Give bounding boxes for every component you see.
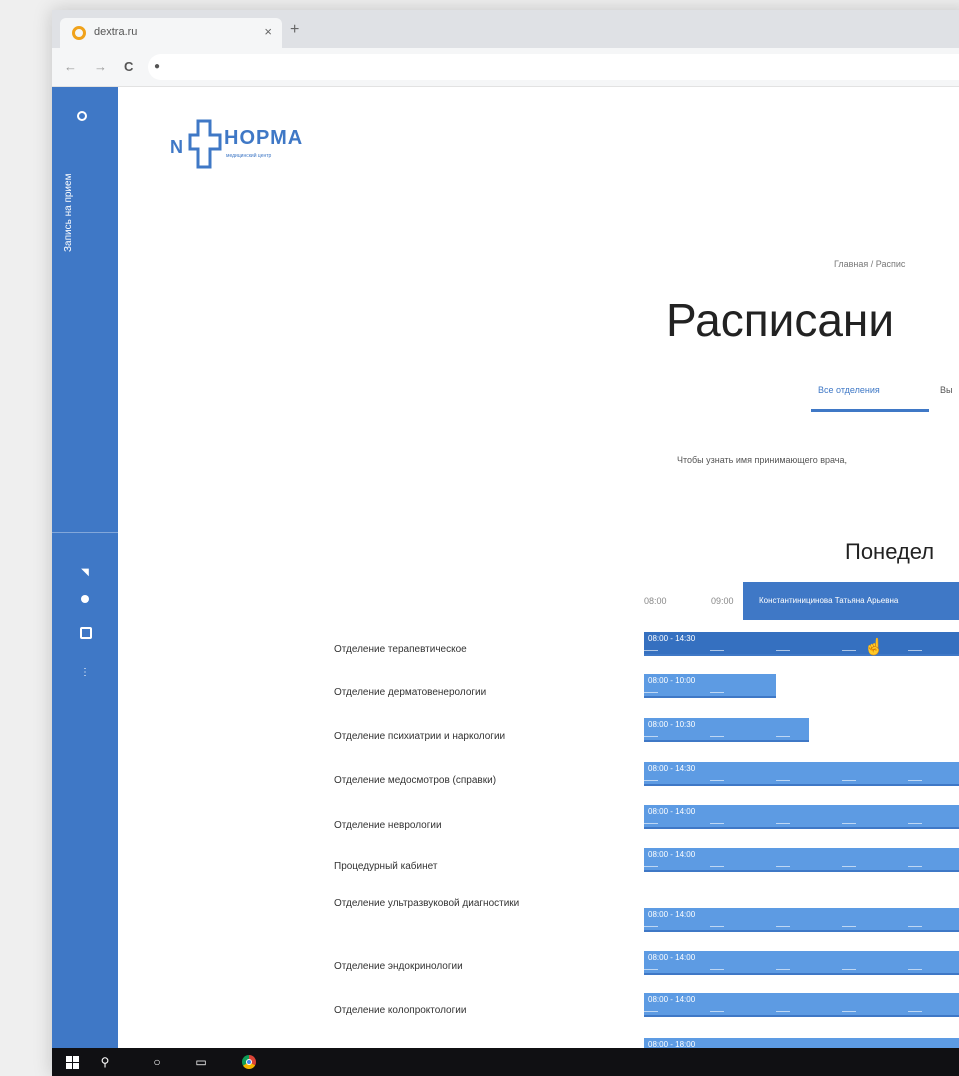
- breadcrumb[interactable]: Главная / Распис: [834, 259, 905, 269]
- lock-icon: ●: [154, 61, 161, 72]
- schedule-bar[interactable]: 08:00 - 14:30: [644, 632, 959, 656]
- hand-cursor-icon: ☝: [864, 639, 884, 656]
- appointment-link[interactable]: Запись на прием: [63, 112, 74, 252]
- department-label: Отделение неврологии: [334, 820, 442, 831]
- department-label: Отделение колопроктологии: [334, 1005, 467, 1016]
- search-icon[interactable]: ⚲: [98, 1055, 112, 1069]
- browser-toolbar: ← → C ●: [52, 48, 959, 87]
- hour-label: 08:00: [644, 596, 667, 606]
- notice-text: Чтобы узнать имя принимающего врача,: [677, 455, 847, 465]
- schedule-bar[interactable]: 08:00 - 14:00: [644, 908, 959, 932]
- windows-start-icon[interactable]: [66, 1056, 79, 1069]
- favicon-icon: [72, 26, 86, 40]
- search-icon[interactable]: [77, 111, 87, 121]
- tab-other[interactable]: Вы: [940, 385, 952, 395]
- tab-all-departments[interactable]: Все отделения: [818, 385, 880, 395]
- schedule-bar[interactable]: 08:00 - 14:30: [644, 762, 959, 786]
- logo-letter: N: [170, 137, 183, 157]
- bar-slots: [644, 1011, 959, 1012]
- logo-subtitle: медицинский центр: [226, 153, 272, 159]
- bar-slots: [644, 926, 959, 927]
- schedule-bar[interactable]: 08:00 - 14:00: [644, 993, 959, 1017]
- bar-time-label: 08:00 - 14:30: [648, 764, 696, 773]
- bar-slots: [644, 780, 959, 781]
- schedule-bar[interactable]: 08:00 - 14:00: [644, 951, 959, 975]
- active-tab-underline: [811, 409, 929, 412]
- sidebar: Запись на прием ◥ ⋮: [52, 87, 118, 1050]
- close-tab-icon[interactable]: ×: [264, 24, 272, 39]
- cross-logo-icon: [188, 119, 222, 169]
- bar-slots: [644, 736, 809, 737]
- chrome-icon[interactable]: [242, 1055, 256, 1069]
- tab-strip: dextra.ru × +: [52, 10, 959, 48]
- forward-icon[interactable]: →: [94, 59, 107, 74]
- bar-slots: [644, 866, 959, 867]
- department-label: Отделение эндокринологии: [334, 961, 463, 972]
- ok-icon[interactable]: [81, 595, 89, 603]
- browser-tab[interactable]: dextra.ru ×: [60, 18, 282, 48]
- bar-time-label: 08:00 - 14:00: [648, 995, 696, 1004]
- bar-slots: [644, 692, 776, 693]
- bar-time-label: 08:00 - 10:00: [648, 676, 696, 685]
- more-icon[interactable]: ⋮: [79, 667, 91, 679]
- bar-time-label: 08:00 - 14:00: [648, 953, 696, 962]
- bar-time-label: 08:00 - 14:00: [648, 910, 696, 919]
- task-view-icon[interactable]: ▭: [194, 1055, 208, 1069]
- page-title: Расписани: [666, 294, 895, 346]
- bar-slots: [644, 650, 959, 651]
- tab-title: dextra.ru: [94, 26, 138, 38]
- back-icon[interactable]: ←: [64, 59, 77, 74]
- bar-time-label: 08:00 - 14:00: [648, 850, 696, 859]
- bar-time-label: 08:00 - 10:30: [648, 720, 696, 729]
- department-label: Процедурный кабинет: [334, 861, 438, 872]
- vk-icon[interactable]: ◥: [79, 567, 91, 579]
- hour-label: 09:00: [711, 596, 734, 606]
- logo-name: НОРМА: [224, 127, 304, 149]
- department-label: Отделение медосмотров (справки): [334, 775, 497, 786]
- department-label: Отделение дерматовенерологии: [334, 687, 487, 698]
- sidebar-divider: [52, 532, 118, 533]
- cortana-icon[interactable]: ○: [150, 1055, 164, 1069]
- doctor-tooltip: Константиницинова Татьяна Арьевна: [743, 582, 959, 620]
- bar-slots: [644, 969, 959, 970]
- bar-slots: [644, 823, 959, 824]
- instagram-icon[interactable]: [80, 627, 92, 639]
- department-label: Отделение психиатрии и наркологии: [334, 731, 506, 742]
- bar-time-label: 08:00 - 14:30: [648, 634, 696, 643]
- web-page: Запись на прием ◥ ⋮ N НОРМА медицинский …: [52, 87, 959, 1062]
- schedule-bar[interactable]: 08:00 - 10:30: [644, 718, 809, 742]
- address-bar[interactable]: [148, 54, 959, 80]
- schedule-bar[interactable]: 08:00 - 10:00: [644, 674, 776, 698]
- taskbar: ⚲ ○ ▭: [52, 1048, 959, 1076]
- schedule-bar[interactable]: 08:00 - 14:00: [644, 805, 959, 829]
- day-heading: Понедел: [845, 539, 935, 564]
- department-label: Отделение ультразвуковой диагностики: [334, 898, 520, 909]
- reload-icon[interactable]: C: [124, 59, 133, 74]
- bar-time-label: 08:00 - 14:00: [648, 807, 696, 816]
- schedule-bar[interactable]: 08:00 - 14:00: [644, 848, 959, 872]
- department-label: Отделение терапевтическое: [334, 644, 467, 655]
- new-tab-button[interactable]: +: [290, 21, 299, 39]
- browser-window: dextra.ru × + ← → C ● Запись на прием ◥ …: [52, 10, 959, 1076]
